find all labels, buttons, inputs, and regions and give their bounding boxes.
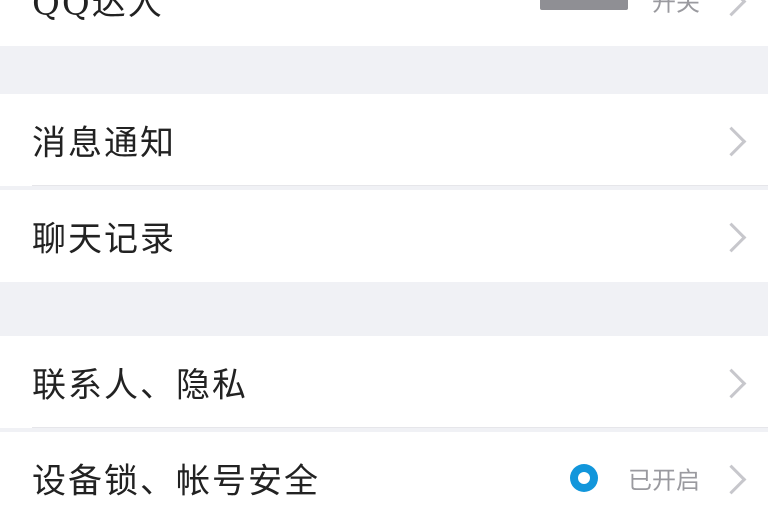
device-lock-status: 已开启: [628, 466, 700, 495]
chevron-right-icon: [716, 0, 747, 17]
chat-history-label: 聊天记录: [32, 219, 176, 260]
device-lock-label: 设备锁、帐号安全: [32, 461, 320, 502]
preview-thumbnail: [540, 0, 628, 10]
settings-row-top-status: 开关: [652, 0, 700, 17]
settings-row-notifications[interactable]: 消息通知: [0, 94, 768, 186]
row-divider: [32, 427, 768, 428]
chevron-right-icon: [716, 368, 747, 399]
chevron-right-icon: [716, 222, 747, 253]
settings-row-contacts-privacy[interactable]: 联系人、隐私: [0, 336, 768, 428]
contacts-privacy-label: 联系人、隐私: [32, 365, 248, 406]
chevron-right-icon: [716, 464, 747, 495]
settings-row-device-lock[interactable]: 设备锁、帐号安全 已开启: [0, 432, 768, 510]
notifications-label: 消息通知: [32, 123, 176, 164]
settings-row-top-label: QQ达人: [32, 0, 164, 24]
row-divider: [32, 185, 768, 186]
settings-row-top[interactable]: QQ达人 开关: [0, 0, 768, 46]
settings-row-chat-history[interactable]: 聊天记录: [0, 190, 768, 282]
chevron-right-icon: [716, 126, 747, 157]
shield-check-icon: [570, 464, 598, 492]
settings-page: QQ达人 开关 消息通知 聊天记录 联系人、隐私 设备锁、帐号安全 已开启: [0, 0, 768, 510]
